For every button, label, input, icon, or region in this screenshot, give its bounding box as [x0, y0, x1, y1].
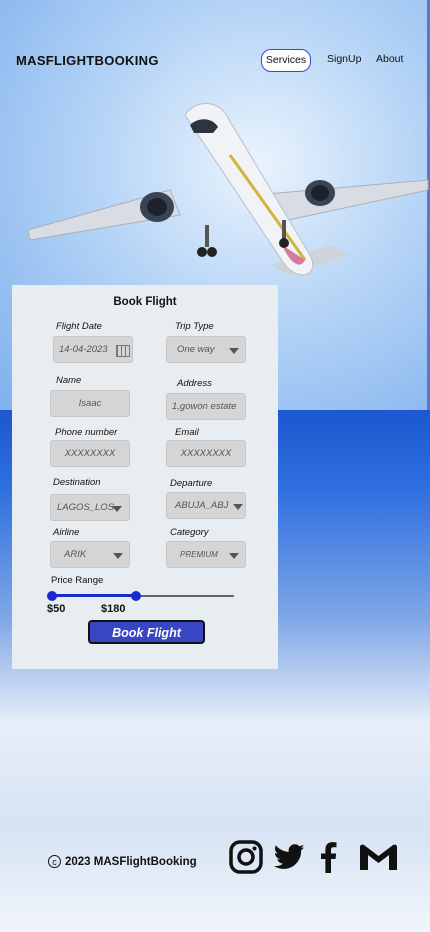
instagram-icon[interactable] [229, 840, 263, 874]
nav-about-link[interactable]: About [376, 53, 403, 65]
departure-label: Departure [170, 478, 213, 489]
form-title: Book Flight [113, 296, 177, 308]
address-input[interactable]: 1,gowon estate [166, 393, 246, 420]
trip-type-value: One way [177, 344, 215, 355]
gmail-icon[interactable] [360, 844, 397, 870]
category-label: Category [170, 527, 209, 538]
airplane-image [27, 103, 429, 276]
price-max-handle[interactable] [131, 591, 141, 601]
email-input[interactable]: XXXXXXXX [166, 440, 246, 467]
copyright-icon: c [48, 855, 61, 868]
destination-label: Destination [53, 477, 101, 488]
name-input[interactable]: Isaac [50, 390, 130, 417]
book-flight-button[interactable]: Book Flight [88, 620, 205, 644]
twitter-icon[interactable] [274, 843, 305, 871]
price-min-handle[interactable] [47, 591, 57, 601]
flight-date-value: 14-04-2023 [59, 344, 108, 355]
chevron-down-icon [233, 504, 243, 510]
trip-type-select[interactable]: One way [166, 336, 246, 363]
destination-value: LAGOS_LOS [57, 502, 115, 513]
copyright: c 2023 MASFlightBooking [48, 855, 197, 868]
chevron-down-icon [113, 553, 123, 559]
calendar-icon[interactable] [116, 345, 130, 357]
email-value: XXXXXXXX [180, 448, 232, 459]
address-label: Address [177, 378, 212, 389]
chevron-down-icon [229, 348, 239, 354]
name-value: Isaac [78, 398, 102, 409]
phone-value: XXXXXXXX [64, 448, 116, 459]
category-value: PREMIUM [180, 550, 218, 559]
copyright-text: 2023 MASFlightBooking [65, 855, 197, 868]
destination-select[interactable]: LAGOS_LOS [50, 494, 130, 521]
airline-value: ARIK [64, 549, 87, 560]
chevron-down-icon [112, 506, 122, 512]
price-range-label: Price Range [51, 575, 104, 586]
category-select[interactable]: PREMIUM [166, 541, 246, 568]
name-label: Name [56, 375, 82, 386]
nav-signup-link[interactable]: SignUp [327, 53, 361, 65]
address-value: 1,gowon estate [172, 401, 237, 412]
price-max-value: $180 [101, 603, 126, 615]
phone-input[interactable]: XXXXXXXX [50, 440, 130, 467]
flight-date-label: Flight Date [56, 321, 102, 332]
trip-type-label: Trip Type [175, 321, 214, 332]
departure-select[interactable]: ABUJA_ABJ [166, 492, 246, 519]
price-range-fill [52, 594, 136, 597]
airline-select[interactable]: ARIK [50, 541, 130, 568]
brand-logo[interactable]: MASFLIGHTBOOKING [16, 53, 159, 68]
phone-label: Phone number [55, 427, 118, 438]
email-label: Email [175, 427, 199, 438]
chevron-down-icon [229, 553, 239, 559]
facebook-icon[interactable] [318, 841, 338, 873]
nav-services-button[interactable]: Services [261, 49, 311, 72]
airline-label: Airline [53, 527, 80, 538]
flight-date-field[interactable]: 14-04-2023 [53, 336, 133, 363]
departure-value: ABUJA_ABJ [175, 500, 229, 511]
price-min-value: $50 [47, 603, 66, 615]
